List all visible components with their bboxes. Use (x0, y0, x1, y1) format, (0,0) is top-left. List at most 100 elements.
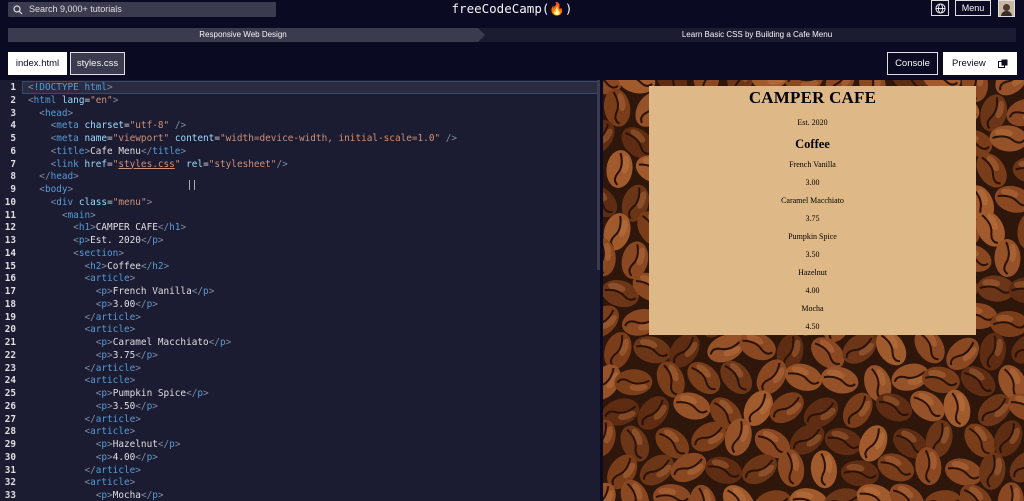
breadcrumb-course[interactable]: Responsive Web Design (8, 28, 485, 42)
menu-title: CAMPER CAFE (748, 88, 877, 107)
code-line[interactable]: 6 <title>Cafe Menu</title> (0, 146, 597, 159)
line-number: 8 (10, 171, 16, 183)
menu-item-price: 3.50 (805, 250, 820, 259)
code-text: <p>Caramel Macchiato</p> (95, 337, 232, 348)
code-line[interactable]: 32 <article> (0, 477, 597, 490)
code-line[interactable]: 10 <div class="menu"> (0, 197, 597, 210)
code-text: <link href="styles.css" rel="stylesheet"… (50, 158, 288, 170)
line-number: 12 (4, 222, 16, 234)
code-line[interactable]: 14 <section> (0, 248, 597, 261)
code-text: <p>3.50</p> (95, 400, 158, 412)
code-line[interactable]: 21 <p>Caramel Macchiato</p> (0, 337, 597, 350)
line-number: 6 (10, 145, 16, 157)
code-line[interactable]: 23 </article> (0, 363, 597, 376)
line-number: 3 (10, 107, 16, 119)
code-text: <h1>CAMPER CAFE</h1> (73, 222, 187, 234)
line-number: 21 (4, 337, 16, 348)
line-number: 24 (4, 375, 16, 387)
code-line[interactable]: 28 <article> (0, 426, 597, 439)
code-text: <div class="menu"> (50, 196, 153, 208)
code-line[interactable]: 18 <p>3.00</p> (0, 299, 597, 312)
avatar[interactable] (998, 0, 1015, 17)
code-text: </article> (84, 413, 141, 425)
code-line[interactable]: 27 </article> (0, 414, 597, 427)
menu-item-price: 4.50 (805, 322, 820, 331)
breadcrumb-lesson[interactable]: Learn Basic CSS by Building a Cafe Menu (478, 28, 1016, 42)
line-number: 13 (4, 235, 16, 246)
preview-label: Preview (952, 58, 986, 69)
line-number: 29 (4, 439, 16, 450)
fcc-logo[interactable]: freeCodeCamp(🔥) (452, 1, 573, 16)
code-text: <main> (61, 209, 96, 221)
code-line[interactable]: 15 <h2>Coffee</h2> (0, 261, 597, 274)
code-text: <section> (73, 247, 124, 259)
avatar-head (1003, 4, 1010, 11)
line-number: 20 (4, 324, 16, 336)
code-text: <body> (39, 184, 74, 195)
code-text: <p>3.75</p> (95, 349, 158, 361)
popout-icon (998, 59, 1008, 68)
code-line[interactable]: 17 <p>French Vanilla</p> (0, 286, 597, 299)
code-line[interactable]: 4 <meta charset="utf-8" /> (0, 120, 597, 133)
code-line[interactable]: 29 <p>Hazelnut</p> (0, 439, 597, 452)
tab-index-html[interactable]: index.html (8, 52, 67, 75)
code-text: </article> (84, 464, 141, 476)
code-line[interactable]: 19 </article> (0, 312, 597, 325)
code-text: <html lang="en"> (28, 94, 119, 106)
menu-item-price: 3.75 (805, 214, 820, 223)
breadcrumb: Responsive Web Design Learn Basic CSS by… (8, 28, 1016, 42)
code-line[interactable]: 2 <html lang="en"> (0, 95, 597, 108)
line-number: 16 (4, 273, 16, 285)
code-line[interactable]: 26 <p>3.50</p> (0, 401, 597, 414)
menu-item-price: 3.00 (805, 178, 820, 187)
preview-button[interactable]: Preview (943, 52, 1017, 75)
code-line[interactable]: 12 <h1>CAMPER CAFE</h1> (0, 222, 597, 235)
code-line[interactable]: 24 <article> (0, 375, 597, 388)
line-number: 32 (4, 477, 16, 489)
code-line[interactable]: 13 <p>Est. 2020</p> (0, 235, 597, 248)
search-placeholder: Search 9,000+ tutorials (29, 4, 122, 14)
line-number: 7 (10, 158, 16, 170)
code-line[interactable]: 11 <main> (0, 210, 597, 223)
cafe-menu: CAMPER CAFE Est. 2020 Coffee French Vani… (649, 86, 976, 335)
tab-styles-css[interactable]: styles.css (70, 52, 125, 75)
language-button[interactable] (931, 0, 949, 16)
code-line[interactable]: 3 <head> (0, 108, 597, 121)
line-number: 11 (4, 209, 16, 221)
line-number: 5 (10, 133, 16, 144)
code-editor[interactable]: 1 <!DOCTYPE html> 2 <html lang="en"> 3 <head… (0, 80, 600, 501)
code-line[interactable]: 30 <p>4.00</p> (0, 452, 597, 465)
code-line[interactable]: 1 <!DOCTYPE html> (0, 82, 597, 95)
code-text: <title>Cafe Menu</title> (50, 145, 187, 157)
code-text: <article> (84, 426, 136, 438)
line-number: 4 (10, 120, 16, 132)
code-text: </head> (39, 171, 79, 183)
line-number: 14 (4, 247, 16, 259)
code-line[interactable]: 25 <p>Pumpkin Spice</p> (0, 388, 597, 401)
console-button[interactable]: Console (887, 52, 938, 75)
code-line[interactable]: 9 <body> (0, 184, 597, 197)
code-line[interactable]: 33 <p>Mocha</p> (0, 490, 597, 501)
line-number: 15 (4, 260, 16, 272)
code-text: <meta charset="utf-8" /> (50, 120, 187, 132)
code-line[interactable]: 16 <article> (0, 273, 597, 286)
line-number: 2 (10, 94, 16, 106)
code-text: </article> (84, 362, 141, 374)
code-text: <p>Mocha</p> (95, 490, 164, 501)
code-line[interactable]: 20 <article> (0, 324, 597, 337)
top-nav: Search 9,000+ tutorials freeCodeCamp(🔥) … (0, 0, 1024, 24)
code-line[interactable]: 31 </article> (0, 465, 597, 478)
code-line[interactable]: 7 <link href="styles.css" rel="styleshee… (0, 159, 597, 172)
code-text: <!DOCTYPE html> (28, 82, 113, 93)
code-line[interactable]: 22 <p>3.75</p> (0, 350, 597, 363)
search-bar[interactable]: Search 9,000+ tutorials (8, 2, 276, 17)
line-number: 17 (4, 286, 16, 297)
editor-tab-bar: index.html styles.css Console Preview (0, 48, 1024, 80)
code-line[interactable]: 8 </head> (0, 171, 597, 184)
line-number: 19 (4, 311, 16, 323)
code-text: <h2>Coffee</h2> (84, 260, 170, 272)
menu-button[interactable]: Menu (955, 0, 991, 16)
code-text: <head> (39, 107, 74, 119)
line-number: 26 (4, 400, 16, 412)
code-line[interactable]: 5 <meta name="viewport" content="width=d… (0, 133, 597, 146)
